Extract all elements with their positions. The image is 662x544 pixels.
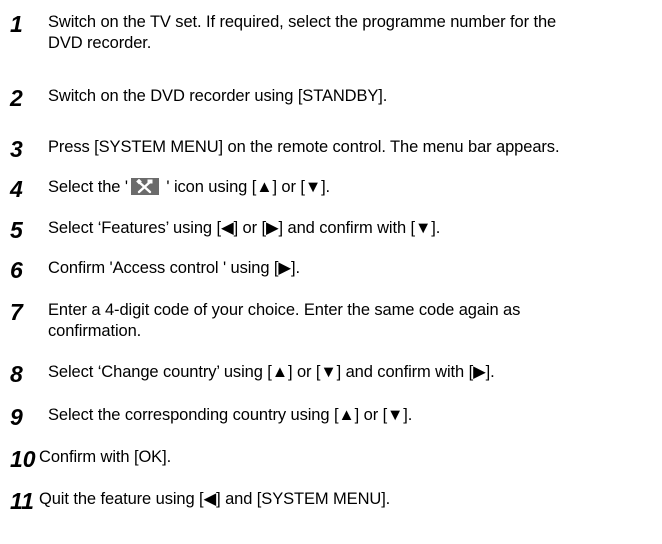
step-8: 8 Select ‘Change country’ using [▲] or […: [10, 361, 660, 387]
step-text-line: Select ‘Features’ using [◀] or [▶] and c…: [48, 219, 441, 237]
step-text: Select the ' ' icon using [▲] or [▼].: [48, 177, 330, 198]
step-text-line: Switch on the TV set. If required, selec…: [48, 13, 557, 31]
tools-icon: [130, 178, 159, 195]
step-number: 2: [10, 85, 23, 111]
step-number: 9: [10, 404, 23, 430]
step-number: 11: [10, 488, 34, 514]
step-4: 4 Select the ' ' icon using [▲] or [▼].: [10, 176, 660, 202]
step-11: 11 Quit the feature using [◀] and [SYSTE…: [10, 488, 660, 514]
step-text: Switch on the TV set. If required, selec…: [48, 12, 556, 54]
step-10: 10 Confirm with [OK].: [10, 446, 660, 472]
step-number: 5: [10, 217, 23, 243]
step-text-line: Press [SYSTEM MENU] on the remote contro…: [48, 138, 560, 156]
step-text-line: Enter a 4-digit code of your choice. Ent…: [48, 301, 521, 319]
step-3: 3 Press [SYSTEM MENU] on the remote cont…: [10, 136, 660, 162]
step-2: 2 Switch on the DVD recorder using [STAN…: [10, 85, 660, 111]
step-number: 10: [10, 446, 36, 472]
step-6: 6 Confirm 'Access control ' using [▶].: [10, 257, 660, 283]
step-number: 1: [10, 11, 23, 37]
step-number: 3: [10, 136, 23, 162]
step-text-line: Select ‘Change country’ using [▲] or [▼]…: [48, 363, 495, 381]
step-text-line: confirmation.: [48, 322, 142, 340]
step-5: 5 Select ‘Features’ using [◀] or [▶] and…: [10, 217, 660, 243]
instruction-steps: 1 Switch on the TV set. If required, sel…: [0, 0, 662, 544]
step-text-line: Confirm 'Access control ' using [▶].: [48, 259, 300, 277]
step-number: 6: [10, 257, 23, 283]
step-number: 7: [10, 299, 23, 325]
step-number: 8: [10, 361, 23, 387]
step-text: Enter a 4-digit code of your choice. Ent…: [48, 300, 520, 342]
step-text-after-icon: ' icon using [▲] or [▼].: [161, 178, 331, 196]
step-1: 1 Switch on the TV set. If required, sel…: [10, 12, 660, 54]
step-text-line: Confirm with [OK].: [39, 448, 172, 466]
step-text-line: DVD recorder.: [48, 34, 152, 52]
step-number: 4: [10, 176, 23, 202]
step-9: 9 Select the corresponding country using…: [10, 404, 660, 430]
step-7: 7 Enter a 4-digit code of your choice. E…: [10, 300, 660, 342]
step-text-before-icon: Select the ': [48, 178, 128, 196]
step-text-line: Select the corresponding country using […: [48, 406, 413, 424]
step-text-line: Switch on the DVD recorder using [STANDB…: [48, 87, 388, 105]
step-text-line: Quit the feature using [◀] and [SYSTEM M…: [39, 490, 391, 508]
